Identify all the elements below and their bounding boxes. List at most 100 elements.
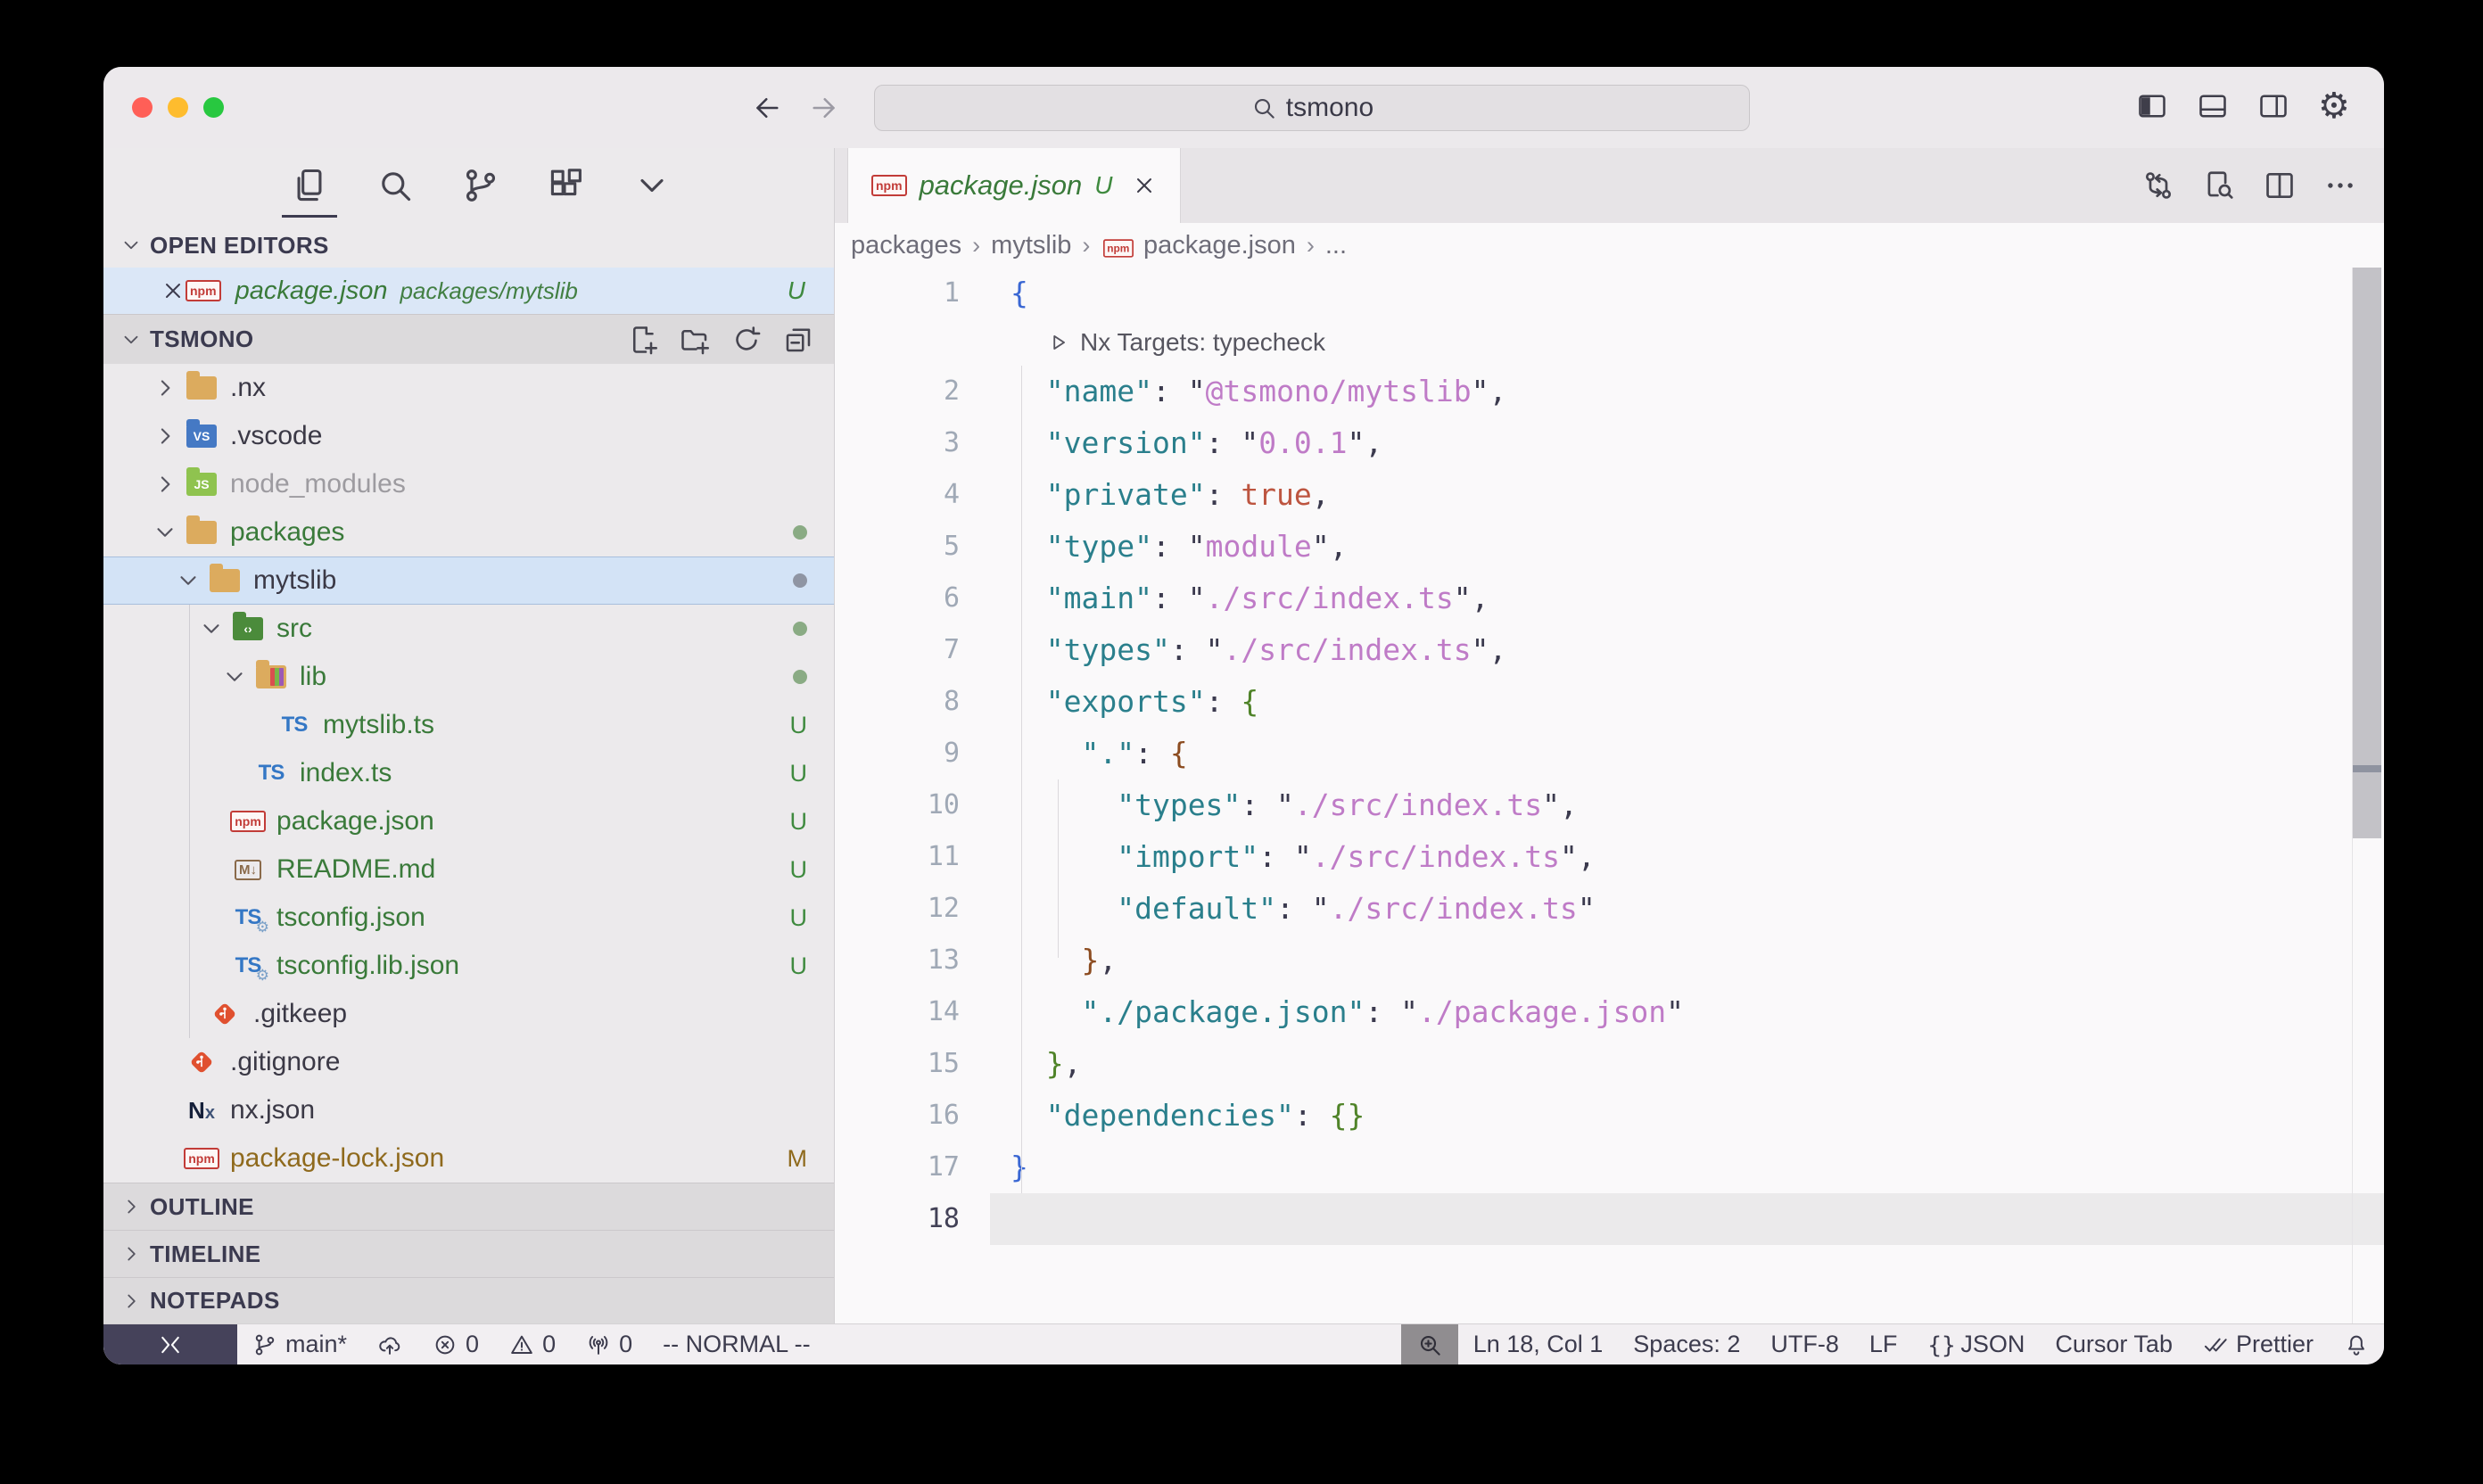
code-line-16[interactable]: 16 "dependencies": {} (835, 1090, 2384, 1142)
new-folder-icon[interactable] (679, 324, 711, 356)
code-line-2[interactable]: 2 "name": "@tsmono/mytslib", (835, 366, 2384, 417)
close-icon[interactable] (161, 278, 186, 303)
status-item-main-[interactable]: main* (237, 1324, 362, 1364)
tree-item--gitignore[interactable]: .gitignore (103, 1038, 834, 1086)
tree-item-index-ts[interactable]: TSindex.tsU (103, 749, 834, 797)
chevron-down-icon[interactable] (152, 519, 178, 546)
activity-item-explorer[interactable] (287, 148, 332, 223)
status-zoom-button[interactable] (1401, 1324, 1458, 1365)
open-editors-header[interactable]: OPEN EDITORS (103, 223, 834, 268)
code-line-1[interactable]: 1{ (835, 268, 2384, 319)
tree-item-mytslib[interactable]: mytslib (103, 556, 834, 605)
forward-arrow-icon[interactable] (808, 92, 840, 124)
code-line-14[interactable]: 14 "./package.json": "./package.json" (835, 986, 2384, 1038)
tree-item--nx[interactable]: .nx (103, 364, 834, 412)
tree-item-tsconfig-lib-json[interactable]: TS⚙tsconfig.lib.jsonU (103, 942, 834, 990)
status-item--normal-[interactable]: -- NORMAL -- (648, 1324, 825, 1364)
status-item-lf[interactable]: LF (1854, 1324, 1913, 1364)
command-center-search[interactable]: tsmono (874, 85, 1750, 131)
maximize-window-button[interactable] (203, 97, 224, 118)
chevron-down-icon[interactable] (198, 615, 225, 642)
status-item-0[interactable]: 0 (571, 1324, 648, 1364)
code-line-15[interactable]: 15 }, (835, 1038, 2384, 1090)
editor-scrollbar[interactable] (2352, 268, 2384, 1323)
chevron-right-icon[interactable] (152, 471, 178, 498)
breadcrumb-item-mytslib[interactable]: mytslib (991, 231, 1071, 260)
status-item-cloud-upload[interactable] (362, 1324, 417, 1364)
tree-item-package-lock-json[interactable]: npmpackage-lock.jsonM (103, 1134, 834, 1183)
collapse-all-icon[interactable] (782, 324, 814, 356)
tree-item-readme-md[interactable]: M↓README.mdU (103, 845, 834, 894)
status-item-bell[interactable] (2329, 1324, 2384, 1364)
chevron-right-icon[interactable] (152, 423, 178, 449)
settings-gear-icon[interactable]: ⚙ (2318, 90, 2350, 122)
scrollbar-thumb[interactable] (2353, 268, 2381, 838)
new-file-icon[interactable] (627, 324, 659, 356)
code-line-12[interactable]: 12 "default": "./src/index.ts" (835, 883, 2384, 935)
code-line-11[interactable]: 11 "import": "./src/index.ts", (835, 831, 2384, 883)
toggle-secondary-sidebar-icon[interactable] (2257, 90, 2289, 122)
activity-item-more[interactable] (630, 148, 674, 223)
codelens-row[interactable]: Nx Targets: typecheck (835, 319, 2384, 366)
tree-item-tsconfig-json[interactable]: TS⚙tsconfig.jsonU (103, 894, 834, 942)
tree-item-nx-json[interactable]: Nxnx.json (103, 1086, 834, 1134)
close-window-button[interactable] (132, 97, 153, 118)
remote-indicator[interactable] (103, 1324, 237, 1365)
toggle-primary-sidebar-icon[interactable] (2136, 90, 2168, 122)
chevron-down-icon[interactable] (175, 567, 202, 594)
tree-item-mytslib-ts[interactable]: TSmytslib.tsU (103, 701, 834, 749)
breadcrumb-item-package-json[interactable]: npmpackage.json (1101, 231, 1295, 260)
codelens[interactable]: Nx Targets: typecheck (990, 319, 1325, 366)
activity-item-source-control[interactable] (458, 148, 503, 223)
code-line-7[interactable]: 7 "types": "./src/index.ts", (835, 624, 2384, 676)
tree-item-package-json[interactable]: npmpackage.jsonU (103, 797, 834, 845)
code-line-6[interactable]: 6 "main": "./src/index.ts", (835, 573, 2384, 624)
code-line-9[interactable]: 9 ".": { (835, 728, 2384, 779)
status-item-json[interactable]: {}JSON (1912, 1324, 2040, 1364)
back-arrow-icon[interactable] (751, 92, 783, 124)
sidebar-section-timeline[interactable]: TIMELINE (103, 1230, 834, 1277)
split-editor-icon[interactable] (2263, 169, 2297, 202)
sidebar-section-outline[interactable]: OUTLINE (103, 1183, 834, 1230)
status-item-0[interactable]: 0 (494, 1324, 571, 1364)
chevron-right-icon[interactable] (152, 375, 178, 401)
tree-item-packages[interactable]: packages (103, 508, 834, 556)
more-icon[interactable] (2323, 169, 2357, 202)
activity-item-search[interactable] (373, 148, 417, 223)
status-item-utf-8[interactable]: UTF-8 (1755, 1324, 1854, 1364)
tab-package-json[interactable]: npm package.json U (847, 148, 1181, 223)
tree-item-node-modules[interactable]: JSnode_modules (103, 460, 834, 508)
find-in-file-icon[interactable] (2202, 169, 2236, 202)
code-line-18[interactable]: 18 (835, 1193, 2384, 1245)
chevron-spacer (244, 712, 271, 738)
status-item-cursor-tab[interactable]: Cursor Tab (2040, 1324, 2188, 1364)
close-icon[interactable] (1132, 173, 1157, 198)
breadcrumb-item-packages[interactable]: packages (851, 231, 961, 260)
status-item-0[interactable]: 0 (417, 1324, 494, 1364)
status-item-ln-18-col-1[interactable]: Ln 18, Col 1 (1458, 1324, 1619, 1364)
breadcrumb-item--[interactable]: ... (1325, 231, 1347, 260)
toggle-panel-icon[interactable] (2197, 90, 2229, 122)
code-line-17[interactable]: 17} (835, 1142, 2384, 1193)
activity-item-extensions[interactable] (544, 148, 589, 223)
tree-item-src[interactable]: ‹›src (103, 605, 834, 653)
code-line-4[interactable]: 4 "private": true, (835, 469, 2384, 521)
refresh-icon[interactable] (730, 324, 763, 356)
open-changes-icon[interactable] (2141, 169, 2175, 202)
code-line-5[interactable]: 5 "type": "module", (835, 521, 2384, 573)
chevron-down-icon[interactable] (221, 664, 248, 690)
tree-item-lib[interactable]: lib (103, 653, 834, 701)
code-line-10[interactable]: 10 "types": "./src/index.ts", (835, 779, 2384, 831)
code-line-13[interactable]: 13 }, (835, 935, 2384, 986)
minimize-window-button[interactable] (168, 97, 188, 118)
sidebar-section-notepads[interactable]: NOTEPADS (103, 1277, 834, 1323)
code-line-8[interactable]: 8 "exports": { (835, 676, 2384, 728)
tree-item--gitkeep[interactable]: .gitkeep (103, 990, 834, 1038)
status-item-prettier[interactable]: Prettier (2188, 1324, 2329, 1364)
status-item-spaces-2[interactable]: Spaces: 2 (1618, 1324, 1755, 1364)
tree-item--vscode[interactable]: VS.vscode (103, 412, 834, 460)
code-editor[interactable]: 1{Nx Targets: typecheck2 "name": "@tsmon… (835, 268, 2384, 1323)
code-line-3[interactable]: 3 "version": "0.0.1", (835, 417, 2384, 469)
open-editor-item[interactable]: npmpackage.jsonpackages/mytslibU (103, 268, 834, 314)
explorer-section-header[interactable]: TSMONO (103, 314, 834, 364)
